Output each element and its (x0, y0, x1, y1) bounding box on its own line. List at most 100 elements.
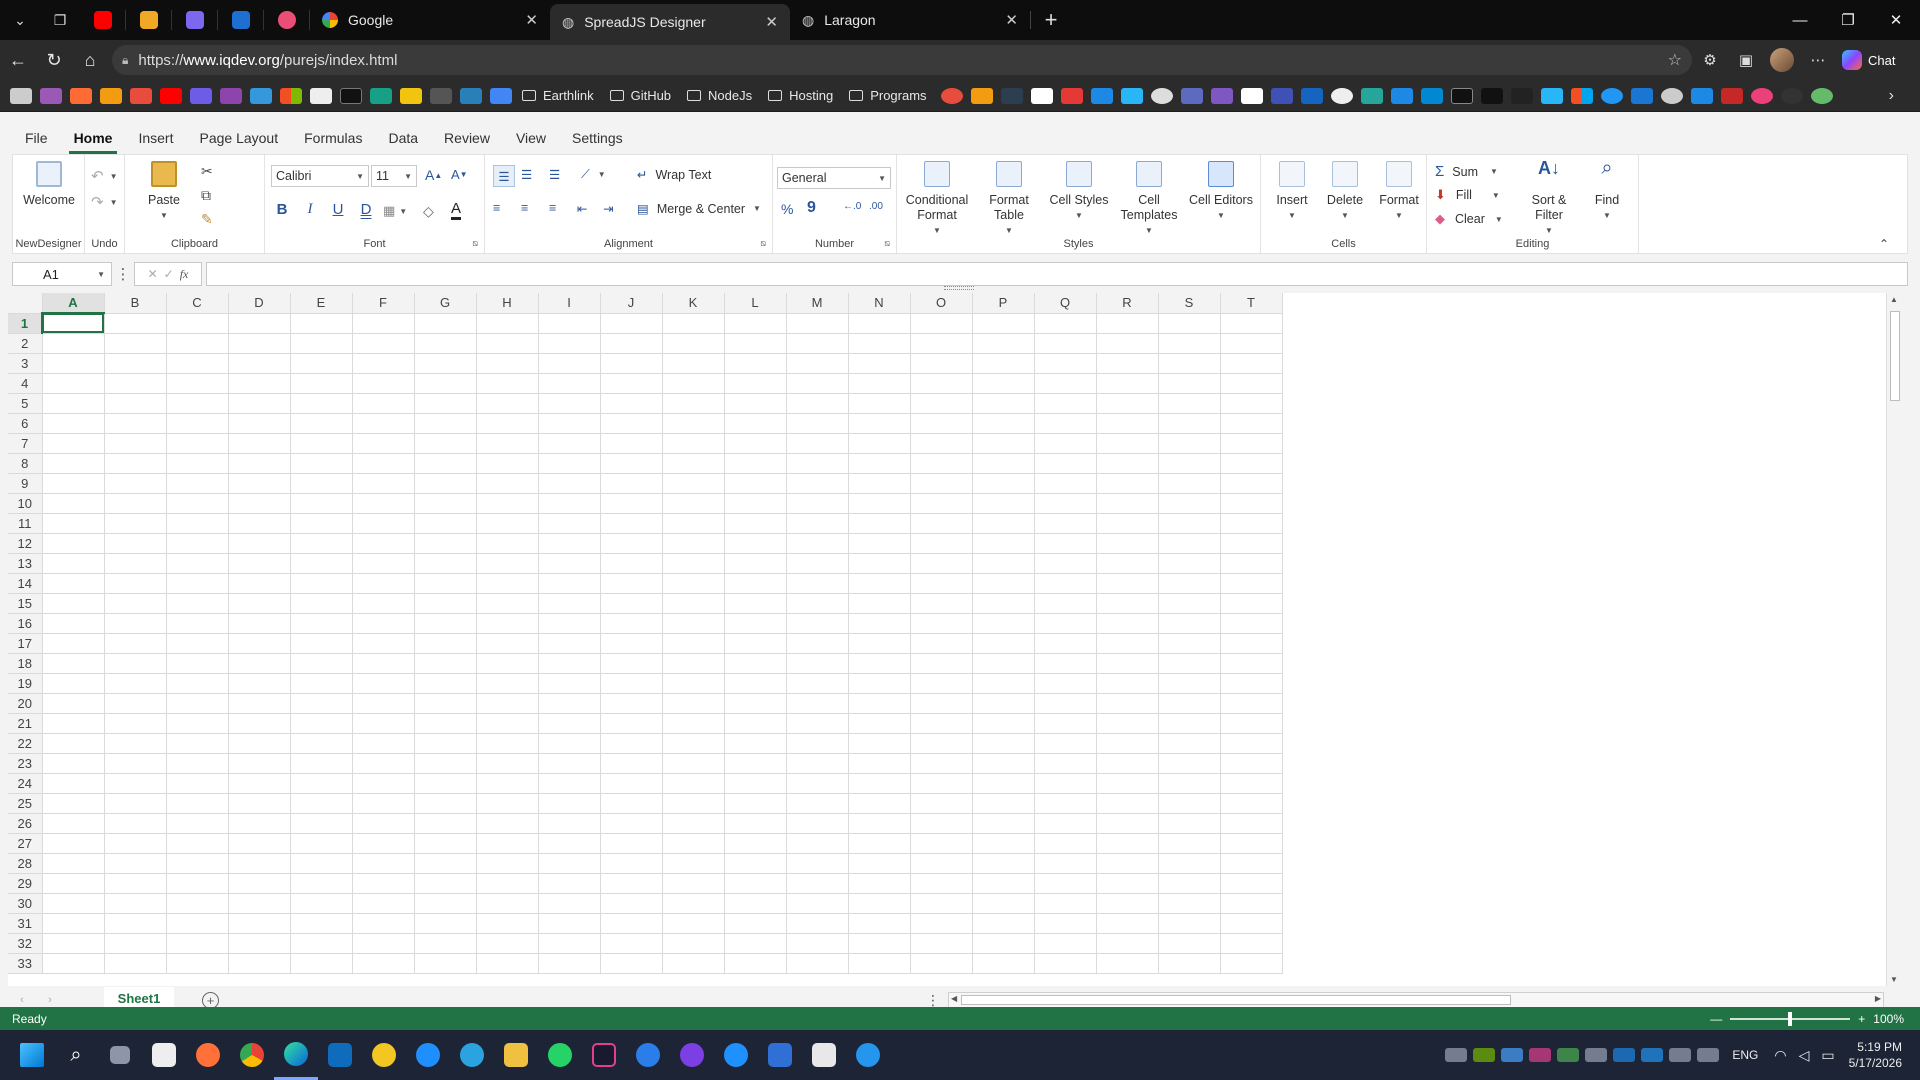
fill-color-icon[interactable]: ◇ (423, 203, 434, 220)
cell[interactable] (166, 593, 229, 614)
column-header-p[interactable]: P (972, 293, 1035, 314)
cell[interactable] (724, 413, 787, 434)
cell[interactable] (104, 613, 167, 634)
cell[interactable] (476, 773, 539, 794)
cell[interactable] (724, 793, 787, 814)
column-header-a[interactable]: A (42, 293, 105, 314)
pinned-tab-3[interactable] (172, 10, 218, 30)
cell[interactable] (848, 893, 911, 914)
cell[interactable] (1220, 613, 1283, 634)
cell[interactable] (1220, 513, 1283, 534)
row-header[interactable]: 9 (8, 473, 43, 494)
cell[interactable] (724, 873, 787, 894)
cell[interactable] (1096, 473, 1159, 494)
cell[interactable] (414, 473, 477, 494)
cell[interactable] (1096, 553, 1159, 574)
cell[interactable] (104, 913, 167, 934)
font-size-select[interactable]: 11 ▼ (371, 165, 417, 187)
taskbar-app[interactable] (230, 1030, 274, 1080)
cell[interactable] (910, 613, 973, 634)
cell[interactable] (662, 493, 725, 514)
cell[interactable] (972, 433, 1035, 454)
cell[interactable] (786, 913, 849, 934)
cell[interactable] (724, 453, 787, 474)
bookmark-icon[interactable] (1450, 87, 1473, 104)
cell[interactable] (848, 653, 911, 674)
cell[interactable] (42, 953, 105, 974)
bookmark-icon[interactable] (1300, 87, 1323, 104)
wifi-icon[interactable]: ◠ (1774, 1047, 1786, 1064)
bookmark-icon[interactable] (40, 87, 62, 104)
cell[interactable] (1220, 653, 1283, 674)
cell[interactable] (228, 493, 291, 514)
column-header-o[interactable]: O (910, 293, 973, 314)
cell[interactable] (1158, 553, 1221, 574)
gmail-icon[interactable] (130, 87, 152, 104)
cell[interactable] (352, 353, 415, 374)
cell[interactable] (848, 353, 911, 374)
cell[interactable] (228, 533, 291, 554)
bookmark-icon[interactable] (1630, 87, 1653, 104)
cell[interactable] (600, 893, 663, 914)
globe-icon[interactable] (1150, 87, 1173, 104)
bookmark-folder-programs[interactable]: Programs (849, 88, 927, 103)
cell[interactable] (290, 833, 353, 854)
increase-font-icon[interactable]: A ▲ (425, 167, 442, 183)
cell[interactable] (1096, 453, 1159, 474)
cell[interactable] (972, 473, 1035, 494)
cell[interactable] (290, 953, 353, 974)
redo-icon[interactable]: ↷ ▼ (91, 193, 118, 211)
cell[interactable] (42, 453, 105, 474)
bookmark-icon[interactable] (340, 87, 362, 104)
cell[interactable] (290, 813, 353, 834)
cell[interactable] (538, 693, 601, 714)
zoom-out-icon[interactable]: — (1710, 1012, 1722, 1026)
cell[interactable] (104, 433, 167, 454)
cell[interactable] (228, 693, 291, 714)
cell[interactable] (662, 853, 725, 874)
cell[interactable] (848, 773, 911, 794)
cell[interactable] (414, 853, 477, 874)
cell[interactable] (352, 933, 415, 954)
row-header[interactable]: 24 (8, 773, 43, 794)
copy-icon[interactable]: ⧉ (201, 187, 211, 204)
row-header[interactable]: 16 (8, 613, 43, 634)
more-options-icon[interactable]: ⋯ (1800, 51, 1836, 69)
cell[interactable] (42, 373, 105, 394)
cell[interactable] (724, 913, 787, 934)
cell[interactable] (1096, 393, 1159, 414)
cell[interactable] (600, 393, 663, 414)
cell[interactable] (972, 713, 1035, 734)
cell[interactable] (972, 573, 1035, 594)
cell[interactable] (910, 753, 973, 774)
cell[interactable] (414, 713, 477, 734)
cell[interactable] (414, 693, 477, 714)
close-tab-icon[interactable]: ✕ (1005, 11, 1018, 29)
search-button[interactable]: ⌕ (54, 1030, 98, 1080)
bookmark-icon[interactable] (1570, 87, 1593, 104)
row-header[interactable]: 26 (8, 813, 43, 834)
cell[interactable] (662, 673, 725, 694)
cell[interactable] (104, 693, 167, 714)
row-header[interactable]: 6 (8, 413, 43, 434)
cell[interactable] (724, 353, 787, 374)
cell[interactable] (1158, 933, 1221, 954)
cell[interactable] (910, 813, 973, 834)
cell[interactable] (972, 773, 1035, 794)
cell[interactable] (476, 593, 539, 614)
cell[interactable] (166, 953, 229, 974)
cell[interactable] (1220, 753, 1283, 774)
keyboard-icon[interactable] (1697, 1048, 1720, 1062)
cell[interactable] (1220, 333, 1283, 354)
bookmark-icon[interactable] (1030, 87, 1053, 104)
cell[interactable] (910, 733, 973, 754)
cell[interactable] (352, 953, 415, 974)
cell[interactable] (600, 813, 663, 834)
bookmark-icon[interactable] (1090, 87, 1113, 104)
close-tab-icon[interactable]: ✕ (765, 13, 778, 31)
cell[interactable] (1096, 573, 1159, 594)
cell[interactable] (1220, 353, 1283, 374)
cell[interactable] (786, 953, 849, 974)
cell[interactable] (1220, 773, 1283, 794)
cell[interactable] (42, 533, 105, 554)
